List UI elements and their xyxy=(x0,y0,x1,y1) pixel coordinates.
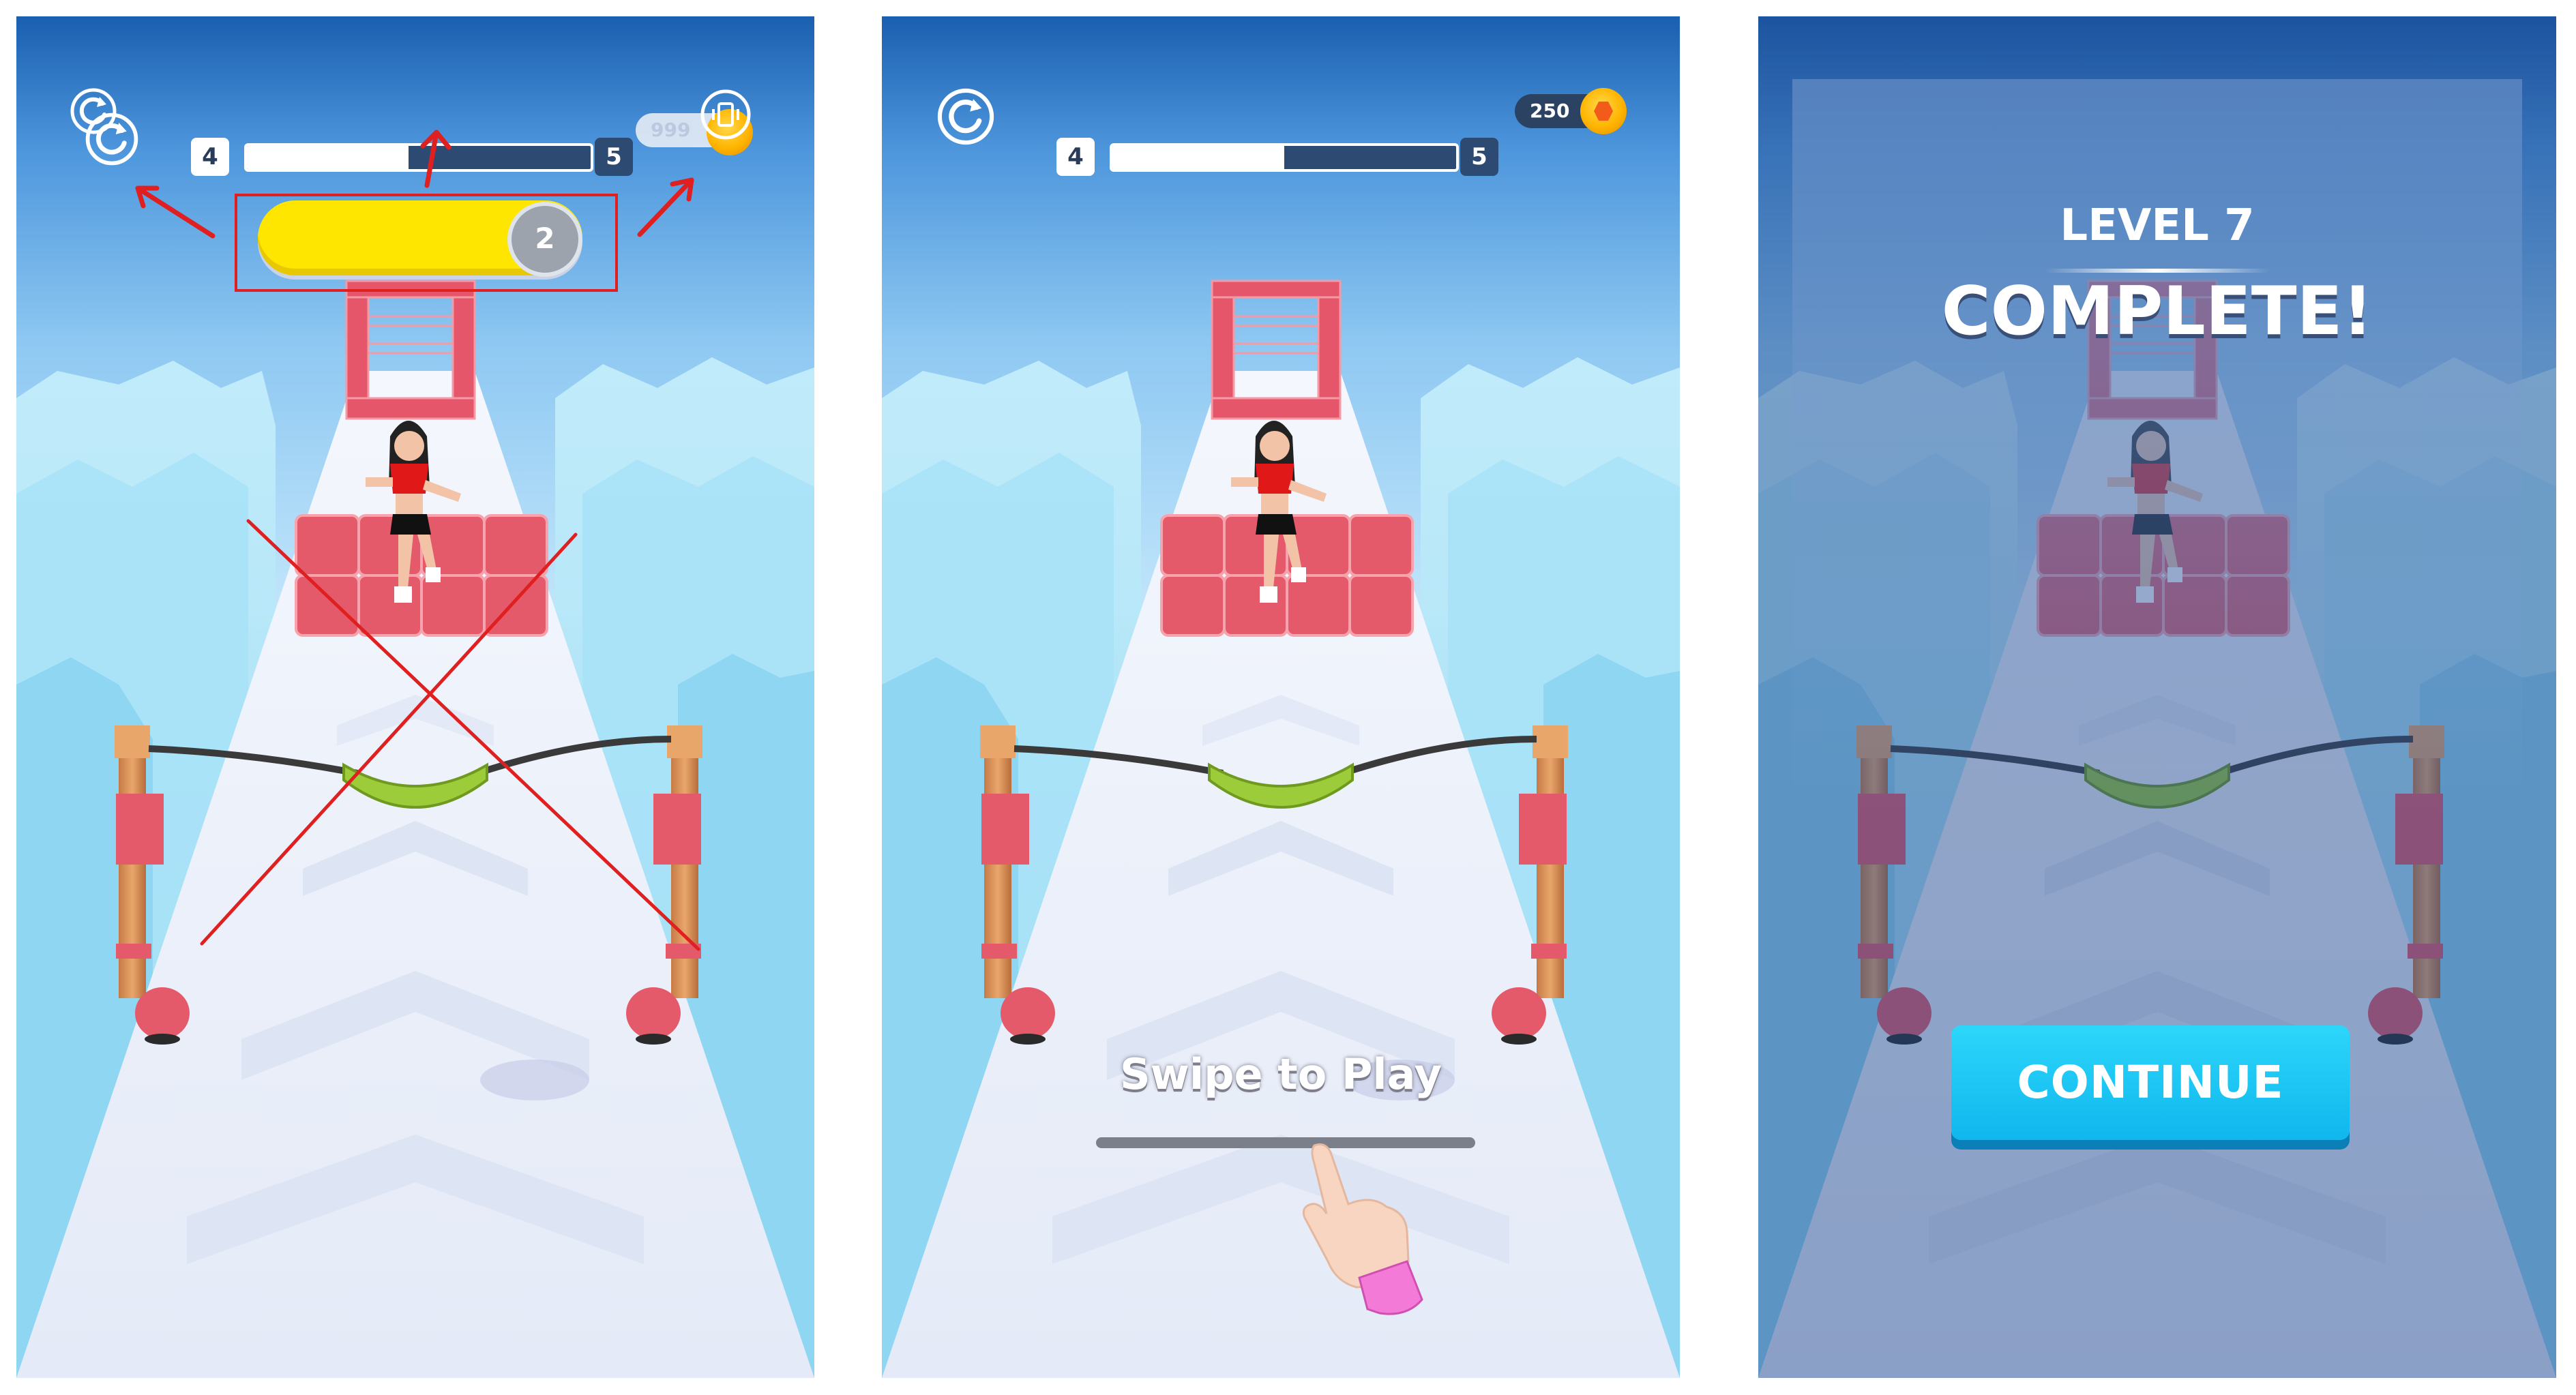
screenshot-panel-before: 4 5 999 2 xyxy=(16,16,814,1378)
restart-icon-ghost xyxy=(85,112,139,166)
restart-icon[interactable] xyxy=(936,87,995,146)
current-level-badge: 4 xyxy=(191,138,229,176)
level-title: LEVEL 7 xyxy=(2060,200,2255,251)
hud: 4 5 250 xyxy=(882,16,1680,1378)
level-progress-bar xyxy=(1110,143,1459,172)
hud: 4 5 999 2 xyxy=(16,16,814,1378)
screenshot-panel-complete: LEVEL 7 COMPLETE! CONTINUE xyxy=(1758,16,2556,1378)
vibration-icon[interactable] xyxy=(698,87,753,142)
swipe-to-play-prompt: Swipe to Play xyxy=(1119,1049,1442,1099)
pointing-hand-icon xyxy=(1302,1143,1423,1315)
level-progress-fill xyxy=(1112,146,1284,169)
current-level-badge: 4 xyxy=(1056,138,1095,176)
count-badge: 2 xyxy=(507,202,582,277)
next-level-badge: 5 xyxy=(595,138,633,176)
continue-button[interactable]: CONTINUE xyxy=(1951,1025,2350,1140)
coin-icon xyxy=(1580,88,1627,134)
level-progress-bar xyxy=(244,143,593,172)
screenshot-panel-start: 4 5 250 Swipe to Play xyxy=(882,16,1680,1378)
next-level-badge: 5 xyxy=(1460,138,1498,176)
level-progress-fill xyxy=(247,146,409,169)
complete-title: COMPLETE! xyxy=(1941,273,2373,350)
result-panel xyxy=(1792,79,2522,815)
